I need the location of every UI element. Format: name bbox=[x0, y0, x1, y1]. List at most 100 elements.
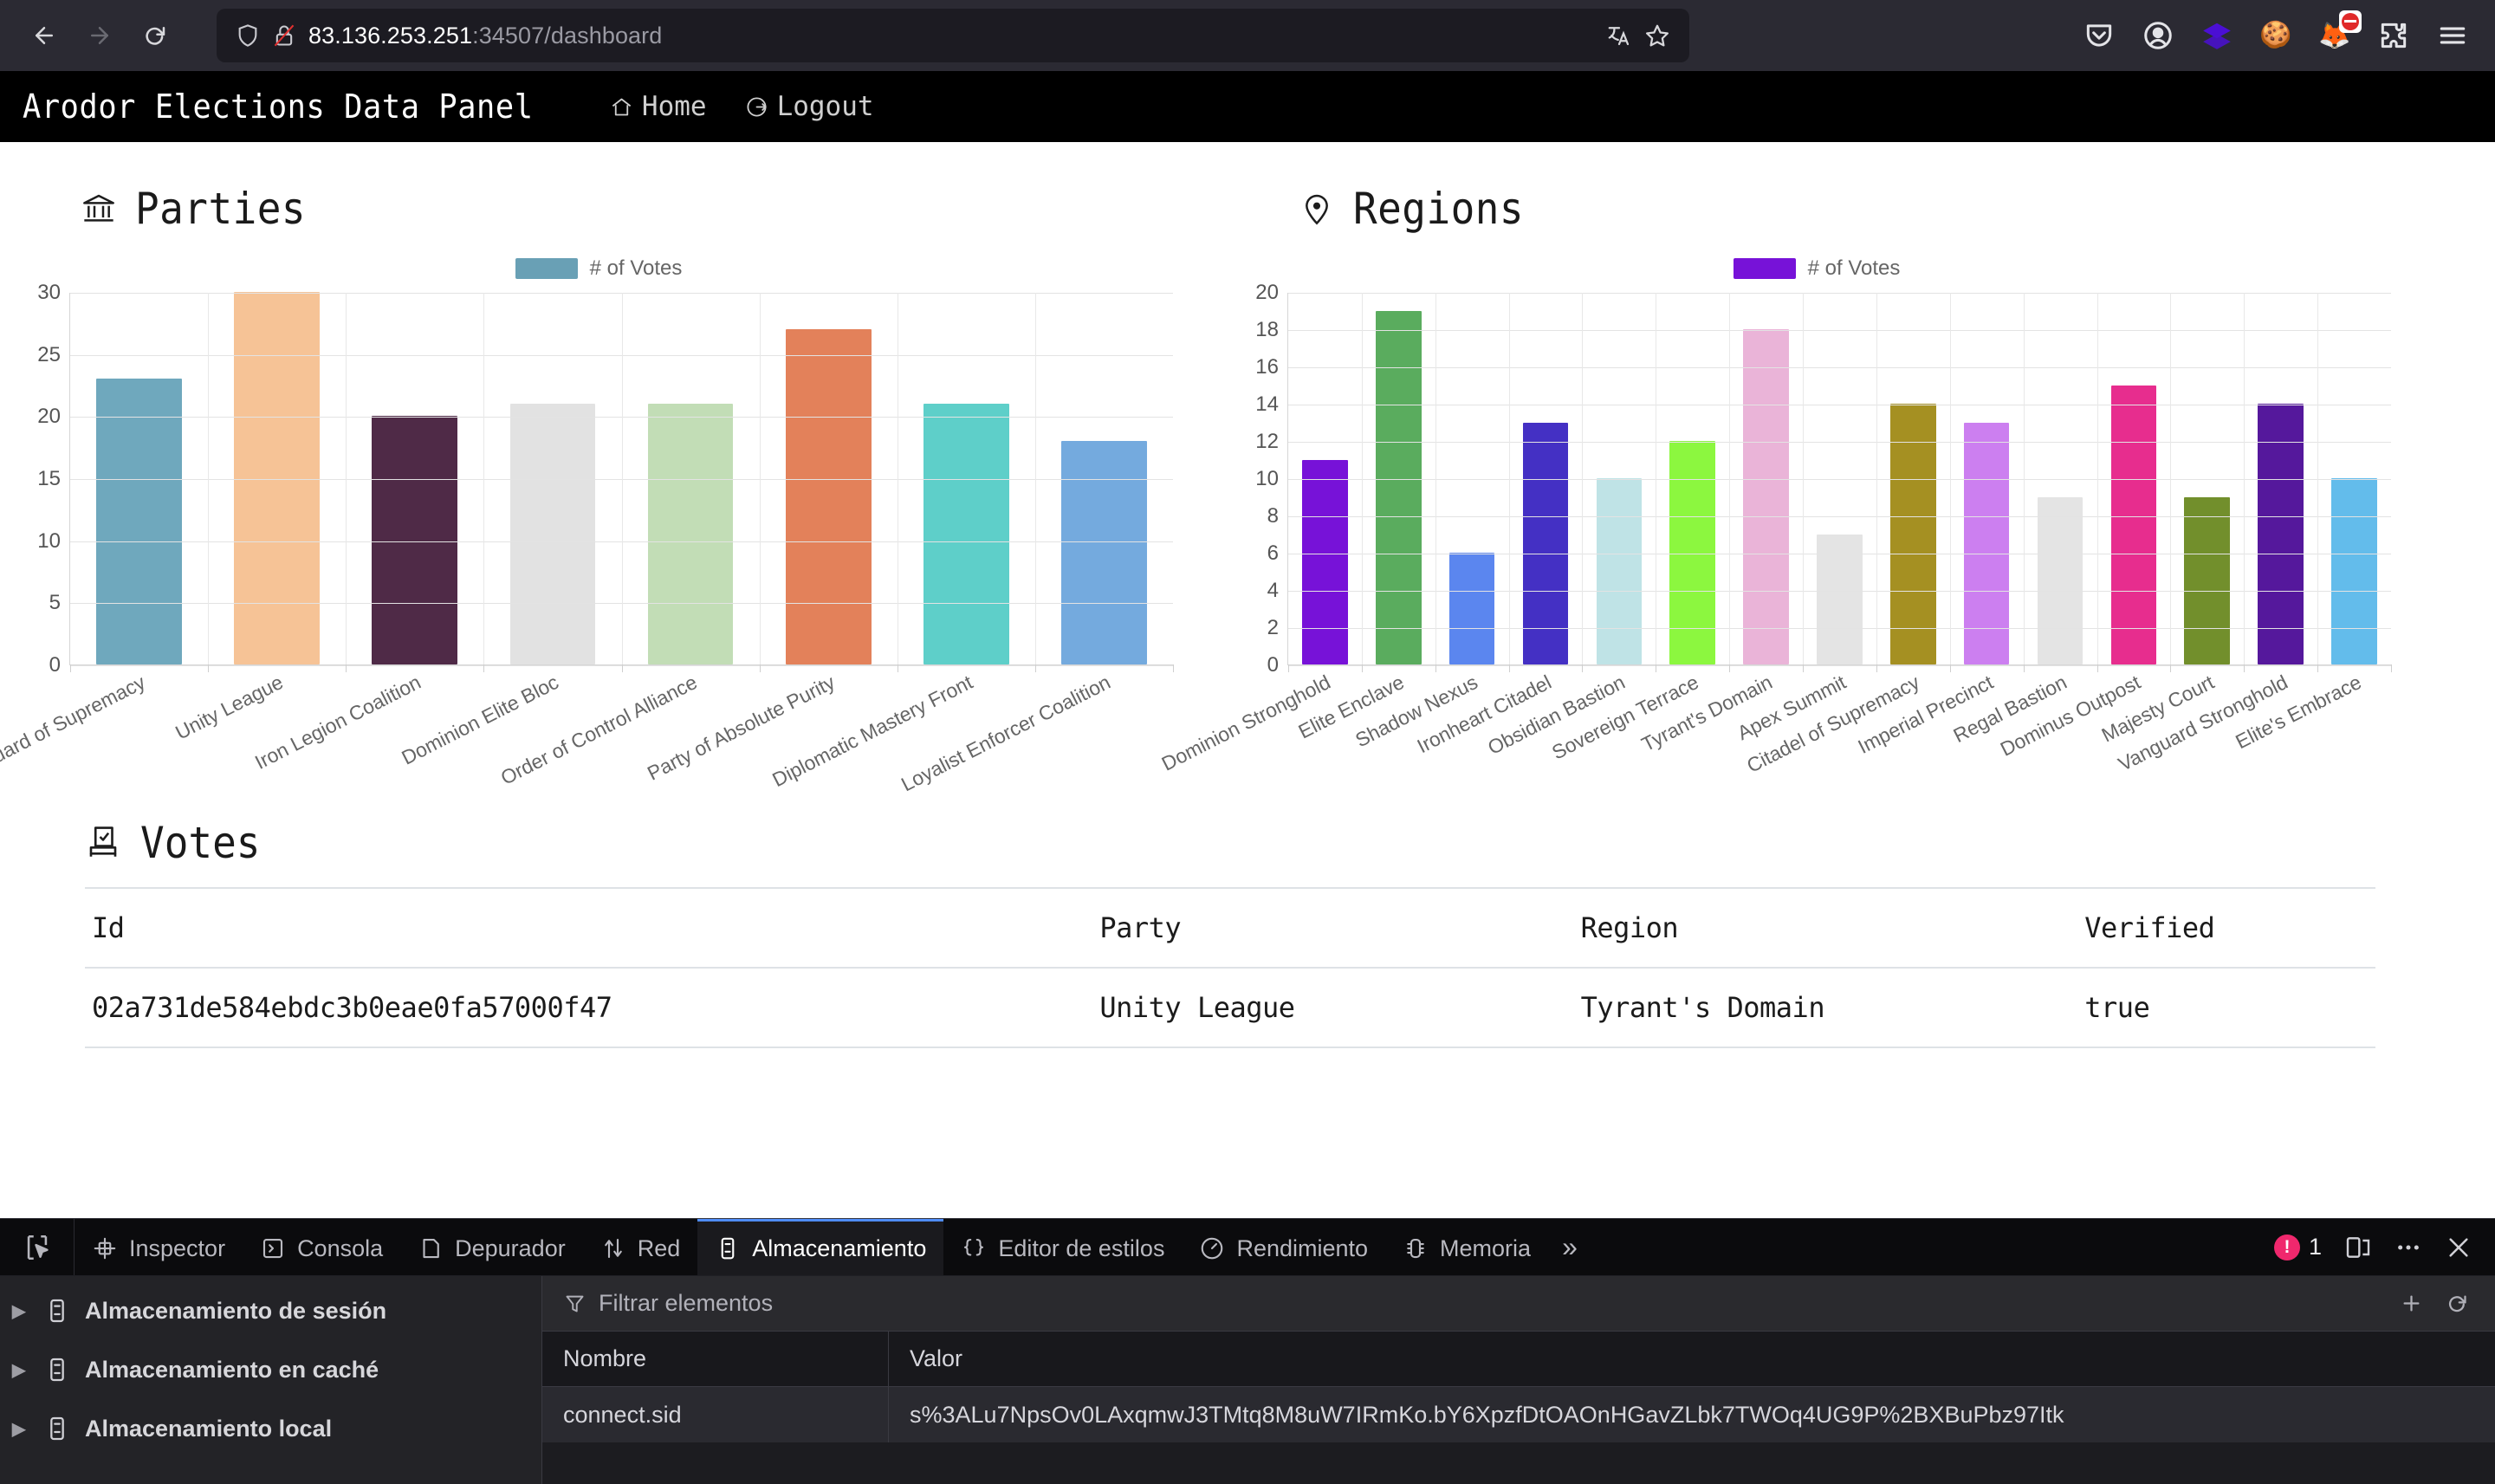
votes-title: Votes bbox=[140, 818, 260, 868]
app-header: Arodor Elections Data Panel Home Logout bbox=[0, 71, 2495, 142]
parties-legend-swatch bbox=[515, 258, 578, 279]
close-icon[interactable] bbox=[2445, 1234, 2472, 1261]
devtools-overflow-button[interactable]: » bbox=[1548, 1219, 1591, 1275]
bar[interactable] bbox=[1743, 329, 1789, 664]
table-row[interactable]: 02a731de584ebdc3b0eae0fa57000f47 Unity L… bbox=[85, 968, 2375, 1047]
tab-editor-de-estilos[interactable]: Editor de estilos bbox=[943, 1219, 1182, 1275]
nav-label-home: Home bbox=[642, 91, 707, 122]
error-count-badge[interactable]: ! 1 bbox=[2274, 1234, 2322, 1260]
storage-tree-label: Almacenamiento de sesión bbox=[85, 1298, 386, 1325]
chevron-right-icon[interactable]: ▶ bbox=[12, 1359, 29, 1381]
column-header-verified[interactable]: Verified bbox=[2077, 888, 2375, 968]
star-icon[interactable] bbox=[1644, 23, 1670, 49]
storage-tree-item[interactable]: ▶Almacenamiento local bbox=[0, 1399, 541, 1458]
y-tick-label: 20 bbox=[1255, 281, 1279, 305]
x-tick-label: Unity League bbox=[172, 671, 287, 745]
error-icon: ! bbox=[2274, 1235, 2300, 1260]
forward-arrow-icon[interactable] bbox=[75, 10, 125, 61]
column-header-valor[interactable]: Valor bbox=[889, 1345, 2495, 1372]
parties-x-axis: Vanguard of SupremacyUnity LeagueIron Le… bbox=[69, 665, 1173, 769]
bar[interactable] bbox=[786, 329, 872, 664]
storage-tree-item[interactable]: ▶ Almacenamiento de sesión bbox=[0, 1281, 541, 1340]
storage-table-header-row: Nombre Valor bbox=[542, 1332, 2495, 1387]
add-item-icon[interactable] bbox=[2400, 1292, 2423, 1315]
chevron-right-icon[interactable]: ▶ bbox=[12, 1418, 29, 1440]
regions-plot: 02468101214161820 Dominion StrongholdEli… bbox=[1242, 293, 2391, 769]
regions-x-axis: Dominion StrongholdElite EnclaveShadow N… bbox=[1287, 665, 2391, 769]
lock-disabled-icon[interactable] bbox=[272, 23, 296, 48]
app-menu-icon[interactable] bbox=[2436, 19, 2469, 52]
bar[interactable] bbox=[648, 404, 734, 664]
cookie-icon[interactable]: 🍪 bbox=[2259, 19, 2292, 52]
bar[interactable] bbox=[1376, 311, 1422, 665]
gridline bbox=[1288, 479, 2391, 480]
tab-rendimiento[interactable]: Rendimiento bbox=[1182, 1219, 1385, 1275]
tab-almacenamiento[interactable]: Almacenamiento bbox=[697, 1219, 943, 1275]
element-picker-icon[interactable] bbox=[0, 1219, 75, 1275]
gridline-vertical bbox=[2170, 293, 2171, 664]
parties-plot: 051015202530 Vanguard of SupremacyUnity … bbox=[24, 293, 1173, 769]
bar[interactable] bbox=[2331, 478, 2377, 664]
tab-memoria[interactable]: Memoria bbox=[1385, 1219, 1548, 1275]
regions-legend: # of Votes bbox=[1242, 256, 2391, 281]
more-options-icon[interactable] bbox=[2395, 1234, 2422, 1261]
bar[interactable] bbox=[2258, 404, 2304, 664]
gridline-vertical bbox=[622, 293, 623, 664]
bar[interactable] bbox=[2184, 497, 2230, 665]
y-tick-label: 16 bbox=[1255, 355, 1279, 379]
parties-title: Parties bbox=[135, 184, 306, 234]
back-arrow-icon[interactable] bbox=[19, 10, 69, 61]
parties-legend-label: # of Votes bbox=[590, 256, 683, 281]
filter-bar[interactable]: Filtrar elementos bbox=[542, 1276, 2495, 1332]
gridline-vertical bbox=[1729, 293, 1730, 664]
y-tick-label: 12 bbox=[1255, 430, 1279, 454]
pocket-icon[interactable] bbox=[2083, 19, 2116, 52]
bar[interactable] bbox=[1061, 441, 1147, 664]
debugger-icon bbox=[418, 1235, 444, 1261]
cell-cookie-name: connect.sid bbox=[542, 1387, 889, 1442]
bar[interactable] bbox=[1669, 441, 1715, 664]
network-icon bbox=[600, 1235, 626, 1261]
dock-layout-icon[interactable] bbox=[2344, 1234, 2372, 1261]
column-header-nombre[interactable]: Nombre bbox=[542, 1332, 889, 1386]
bar[interactable] bbox=[2038, 497, 2083, 665]
bar[interactable] bbox=[1890, 404, 1936, 664]
votes-table-header-row: Id Party Region Verified bbox=[85, 888, 2375, 968]
translate-icon[interactable] bbox=[1606, 23, 1632, 49]
bar[interactable] bbox=[1302, 460, 1348, 665]
nav-link-home[interactable]: Home bbox=[610, 91, 707, 122]
regions-title: Regions bbox=[1353, 184, 1524, 234]
chevron-right-icon[interactable]: ▶ bbox=[12, 1300, 29, 1322]
storage-tree-label: Almacenamiento en caché bbox=[85, 1357, 379, 1384]
tab-inspector[interactable]: Inspector bbox=[75, 1219, 243, 1275]
refresh-icon[interactable] bbox=[2446, 1292, 2469, 1315]
gridline bbox=[1288, 628, 2391, 629]
nav-link-logout[interactable]: Logout bbox=[745, 91, 874, 122]
tab-depurador[interactable]: Depurador bbox=[400, 1219, 583, 1275]
storage-icon bbox=[715, 1235, 741, 1261]
bar[interactable] bbox=[923, 404, 1009, 664]
diamond-stack-icon[interactable] bbox=[2200, 19, 2233, 52]
tab-consola[interactable]: Consola bbox=[243, 1219, 400, 1275]
storage-tree-item[interactable]: ▶ Almacenamiento en caché bbox=[0, 1340, 541, 1399]
storage-table-row[interactable]: connect.sid s%3ALu7NpsOv0LAxqmwJ3TMtq8M8… bbox=[542, 1387, 2495, 1442]
extensions-puzzle-icon[interactable] bbox=[2377, 19, 2410, 52]
gridline-vertical bbox=[2097, 293, 2098, 664]
address-bar[interactable]: 83.136.253.251:34507/dashboard bbox=[217, 9, 1689, 62]
extension-blocked-icon[interactable]: 🦊 bbox=[2318, 19, 2351, 52]
bar[interactable] bbox=[1597, 478, 1643, 664]
tab-red[interactable]: Red bbox=[583, 1219, 698, 1275]
column-header-party[interactable]: Party bbox=[1092, 888, 1573, 968]
account-icon[interactable] bbox=[2142, 19, 2174, 52]
y-tick-label: 4 bbox=[1267, 579, 1279, 603]
reload-icon[interactable] bbox=[130, 10, 180, 61]
bar[interactable] bbox=[234, 292, 320, 664]
x-tick bbox=[2391, 664, 2392, 672]
bar[interactable] bbox=[2111, 386, 2157, 665]
bar[interactable] bbox=[1449, 553, 1495, 664]
bar[interactable] bbox=[510, 404, 596, 664]
gridline-vertical bbox=[1803, 293, 1804, 664]
column-header-id[interactable]: Id bbox=[85, 888, 1092, 968]
bar[interactable] bbox=[96, 379, 182, 664]
column-header-region[interactable]: Region bbox=[1574, 888, 2078, 968]
